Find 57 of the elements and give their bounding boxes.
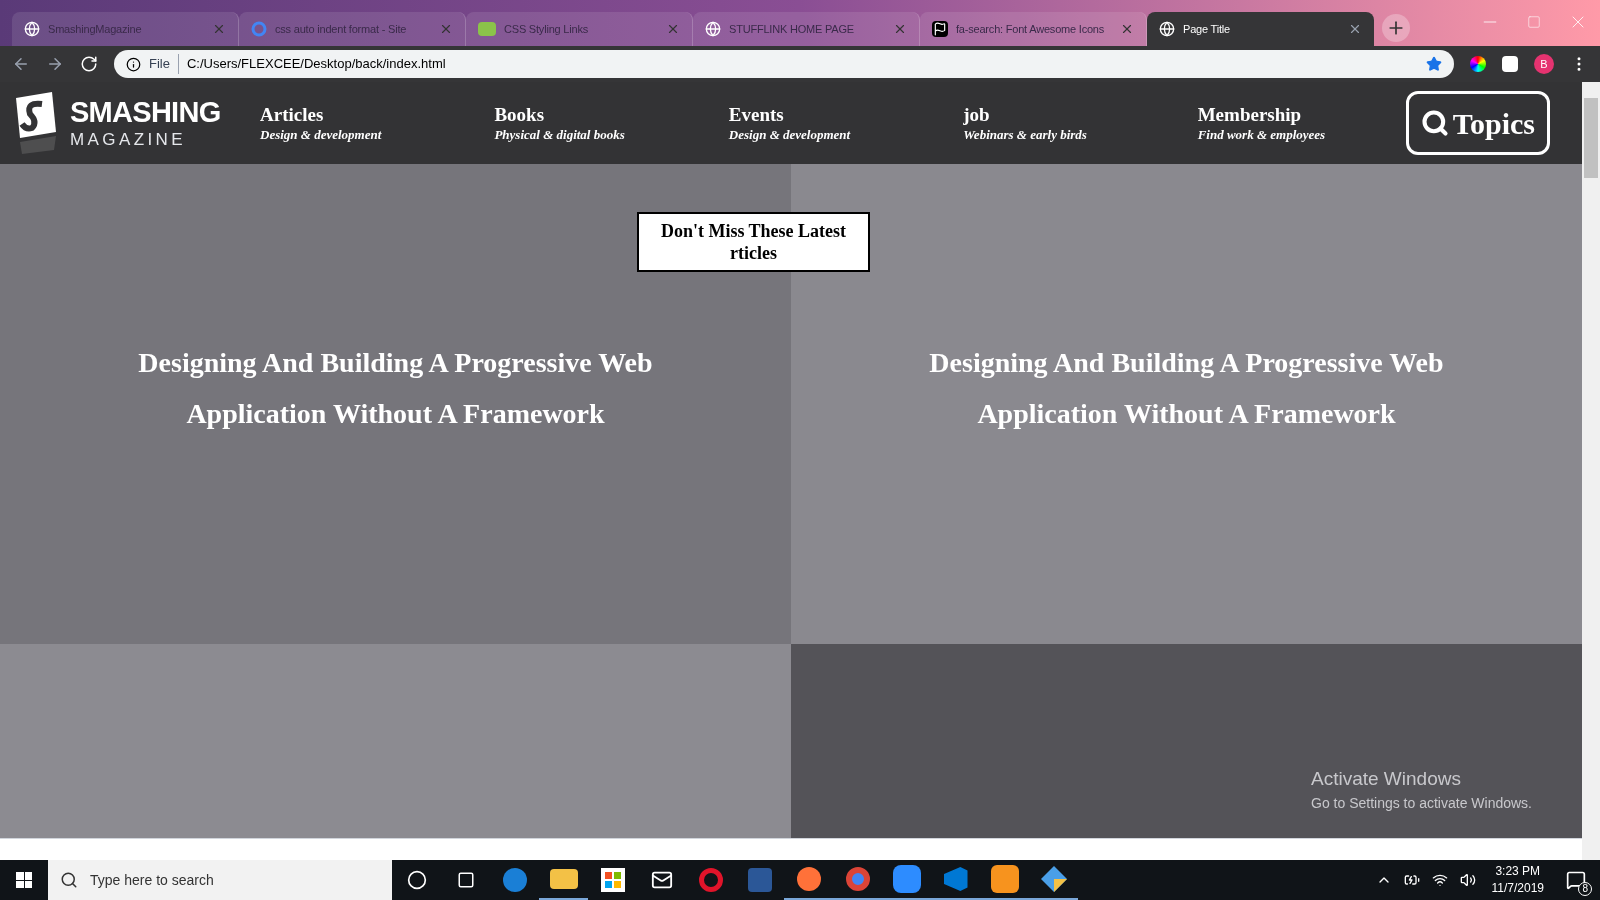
tab-title: Page Title [1183,21,1231,37]
search-icon [60,871,78,889]
volume-icon[interactable] [1459,872,1476,888]
logo-subtitle: MAGAZINE [70,131,187,148]
article-headline[interactable]: Designing And Building A Progressive Web [138,337,653,388]
taskbar-search-field[interactable]: Type here to search [48,860,392,900]
latest-articles-banner: Don't Miss These Latest rticles [637,212,870,272]
nav-link[interactable]: Events Design & development [728,103,889,143]
tab-title: CSS Styling Links [504,21,590,37]
tab-title: css auto indent format - Site [275,21,408,37]
scrollbar[interactable] [1582,82,1600,860]
battery-icon[interactable] [1403,872,1420,888]
address-bar[interactable]: File C:/Users/FLEXCEE/Desktop/back/index.html [114,50,1454,78]
url-text: C:/Users/FLEXCEE/Desktop/back/index.html [186,55,447,74]
clock-date[interactable]: 11/7/2019 [1491,880,1544,897]
close-icon[interactable] [666,22,680,36]
tab-title: fa-search: Font Awesome Icons [956,21,1106,37]
store-icon [600,868,625,892]
notifications-icon [1566,870,1586,890]
color-wheel-icon[interactable] [1470,56,1486,72]
globe-icon [24,21,40,37]
new-tab-icon[interactable] [1382,14,1410,42]
notifications-button[interactable]: 8 [1560,864,1592,896]
mail-icon [650,869,673,891]
browser-tab[interactable]: fa-search: Font Awesome Icons [920,12,1147,46]
wifi-icon[interactable] [1431,872,1448,888]
info-icon [126,56,141,72]
logo-title: SMASHING [70,98,221,127]
clock-time[interactable]: 3:23 PM [1495,863,1541,880]
search-icon [1420,109,1449,137]
close-icon[interactable] [893,22,907,36]
notification-count: 8 [1578,882,1592,896]
cortana-icon [406,870,427,890]
reload-icon[interactable] [80,55,98,73]
nav-link[interactable]: job Webinars & early birds [963,103,1124,143]
taskview-icon [456,871,475,889]
topics-button[interactable]: Topics [1405,91,1550,155]
profile-avatar[interactable]: B [1534,54,1554,74]
activation-text: Go to Settings to activate Windows. [1311,794,1532,813]
nav-link[interactable]: Books Physical & digital books [494,103,655,143]
browser-tab[interactable]: Page Title [1147,12,1374,46]
forward-icon[interactable] [46,55,64,73]
nav-link[interactable]: Articles Design & development [260,103,420,143]
globe-icon [705,21,721,37]
activation-title: Activate Windows [1311,766,1462,791]
globe-icon [1159,21,1175,37]
opera-icon [698,868,723,892]
close-icon[interactable] [1348,22,1362,36]
scheme-label: File [149,54,179,74]
nav-link[interactable]: Membership Find work & employees [1197,103,1358,143]
back-icon[interactable] [12,55,30,73]
article-headline[interactable]: Application Without A Framework [186,388,605,439]
flag-icon [932,21,948,37]
tab-title: SmashingMagazine [48,21,143,37]
close-icon[interactable] [1120,22,1134,36]
bookmark-star-icon[interactable] [1426,56,1442,72]
tab-title: STUFFLINK HOME PAGE [729,21,855,37]
